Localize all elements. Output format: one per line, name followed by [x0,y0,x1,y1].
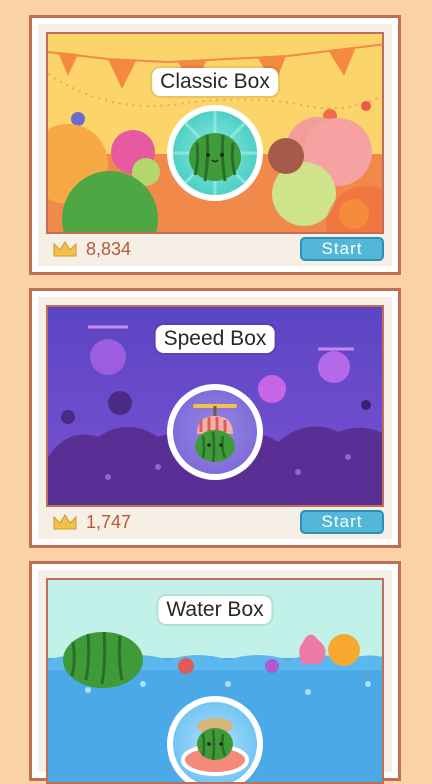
game-card-classic[interactable]: Classic Box 8,834 Start [29,15,401,275]
best-score: 8,834 [52,239,131,260]
speed-box-artwork: Speed Box [46,305,384,507]
score-value: 1,747 [86,511,132,532]
crown-icon [53,241,77,257]
game-badge [167,383,263,480]
card-title: Classic Box [152,68,278,96]
score-value: 8,834 [86,238,132,259]
game-card-water[interactable]: Water Box [29,561,401,784]
card-title: Speed Box [155,325,275,353]
card-footer: 1,747 Start [52,509,384,535]
game-badge [167,104,263,201]
watermelon-icon [181,718,249,776]
start-button[interactable]: Start [300,237,384,261]
start-button[interactable]: Start [300,510,384,534]
best-score: 1,747 [52,512,131,533]
crown-icon [53,514,77,530]
game-card-speed[interactable]: Speed Box 1,747 Start [29,288,401,548]
card-footer: 8,834 Start [52,236,384,262]
watermelon-icon [173,110,257,195]
classic-box-artwork: Classic Box [46,32,384,234]
water-box-artwork: Water Box [46,578,384,784]
game-badge [167,696,263,782]
watermelon-icon [193,403,237,462]
card-title: Water Box [158,596,272,624]
